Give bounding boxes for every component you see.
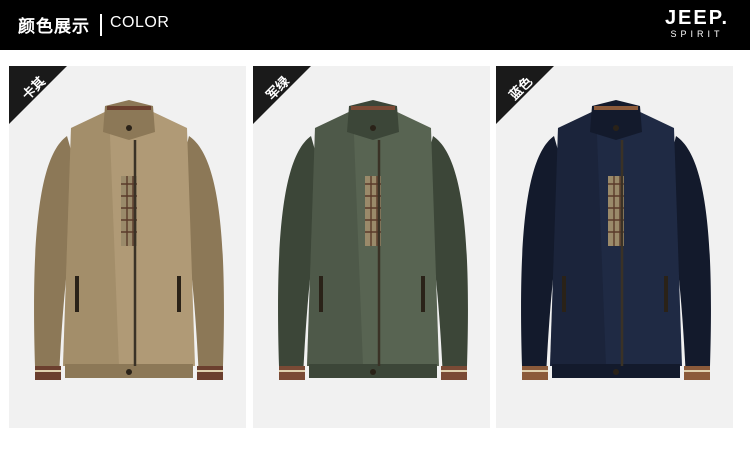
brand-logo: JEEP. SPIRIT: [662, 8, 732, 40]
page-subtitle: COLOR: [110, 14, 170, 31]
color-panel-khaki[interactable]: 卡其: [9, 66, 246, 428]
color-panel-blue[interactable]: 蓝色: [496, 66, 733, 428]
title-divider: [100, 14, 102, 36]
brand-subname: SPIRIT: [670, 29, 724, 39]
page-title: 颜色展示: [18, 17, 90, 37]
color-panel-army-green[interactable]: 军绿: [253, 66, 490, 428]
header-bar: 颜色展示 COLOR JEEP. SPIRIT: [0, 0, 750, 50]
brand-name: JEEP.: [664, 7, 730, 29]
